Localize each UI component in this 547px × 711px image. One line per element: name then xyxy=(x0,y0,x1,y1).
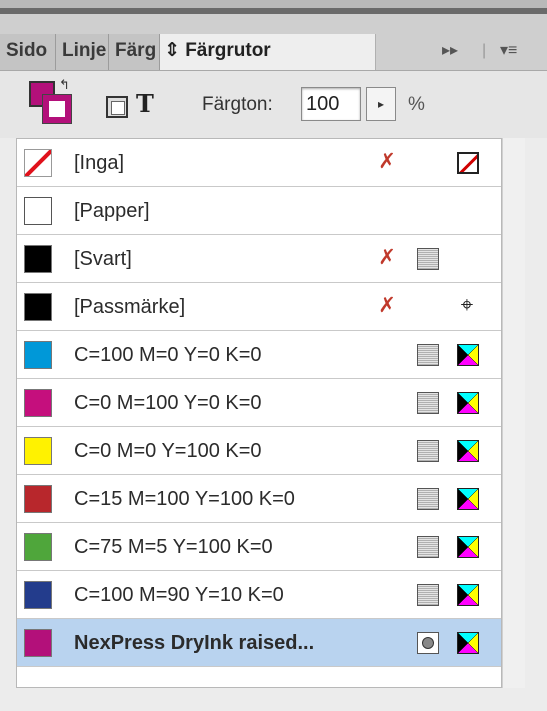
panel-expand-icon[interactable]: ▸▸ xyxy=(442,34,458,70)
swatch-row[interactable]: [Inga] ✗ xyxy=(17,139,501,187)
process-color-icon xyxy=(417,488,439,510)
cmyk-mode-icon xyxy=(457,344,479,366)
swatch-name: C=100 M=0 Y=0 K=0 xyxy=(74,344,262,366)
swatch-name: C=0 M=100 Y=0 K=0 xyxy=(74,392,262,414)
cmyk-mode-icon xyxy=(457,488,479,510)
swatch-name: C=100 M=90 Y=10 K=0 xyxy=(74,584,284,606)
cmyk-mode-icon xyxy=(457,536,479,558)
swatch-color-chip xyxy=(24,533,52,561)
tint-input[interactable] xyxy=(301,87,361,121)
cmyk-mode-icon xyxy=(457,632,479,654)
registration-icon: ⌖ xyxy=(460,292,474,317)
process-color-icon xyxy=(417,584,439,606)
process-color-icon xyxy=(417,392,439,414)
formatting-container-icon[interactable] xyxy=(106,96,128,118)
non-editable-icon: ✗ xyxy=(378,294,396,317)
tab-divider: | xyxy=(482,42,487,59)
tint-dropdown-button[interactable]: ▸ xyxy=(366,87,396,121)
tab-linje[interactable]: Linje xyxy=(56,34,109,70)
swatch-row[interactable]: C=100 M=90 Y=10 K=0 xyxy=(17,571,501,619)
panel-menu-icon[interactable]: ▾≡ xyxy=(500,34,517,70)
swatch-row[interactable]: C=15 M=100 Y=100 K=0 xyxy=(17,475,501,523)
fill-stroke-toggle[interactable]: ↰ xyxy=(29,77,73,127)
swatch-name: C=75 M=5 Y=100 K=0 xyxy=(74,536,273,558)
swatch-color-chip xyxy=(24,389,52,417)
swatch-row[interactable]: C=100 M=0 Y=0 K=0 xyxy=(17,331,501,379)
tint-label: Färgton: xyxy=(202,94,273,115)
swatch-row[interactable]: NexPress DryInk raised... xyxy=(17,619,501,667)
swatch-row[interactable]: [Passmärke] ✗ ⌖ xyxy=(17,283,501,331)
swatch-color-chip xyxy=(24,581,52,609)
swatch-row[interactable]: C=75 M=5 Y=100 K=0 xyxy=(17,523,501,571)
swap-fill-stroke-icon[interactable]: ↰ xyxy=(59,77,70,93)
none-swatch-icon xyxy=(457,152,479,174)
spot-color-icon xyxy=(417,632,439,654)
swatch-color-chip xyxy=(24,437,52,465)
swatch-name: NexPress DryInk raised... xyxy=(74,632,315,654)
cmyk-mode-icon xyxy=(457,440,479,462)
swatch-name: [Passmärke] xyxy=(74,296,186,318)
none-slash xyxy=(25,150,51,176)
swatch-color-chip xyxy=(24,149,52,177)
swatch-color-chip xyxy=(24,629,52,657)
swatch-row[interactable]: [Papper] xyxy=(17,187,501,235)
swatch-name: C=15 M=100 Y=100 K=0 xyxy=(74,488,295,510)
process-color-icon xyxy=(417,536,439,558)
swatch-name: [Svart] xyxy=(74,248,132,270)
cmyk-mode-icon xyxy=(457,584,479,606)
swatch-row[interactable]: C=0 M=0 Y=100 K=0 xyxy=(17,427,501,475)
process-color-icon xyxy=(417,440,439,462)
swatch-name: [Papper] xyxy=(74,200,150,222)
swatch-list-scrollbar[interactable] xyxy=(502,138,525,688)
tab-sidor[interactable]: Sido xyxy=(0,34,56,70)
stroke-swatch-icon[interactable] xyxy=(42,94,72,124)
swatch-row[interactable]: C=0 M=100 Y=0 K=0 xyxy=(17,379,501,427)
formatting-text-icon[interactable]: T xyxy=(136,89,154,118)
process-color-icon xyxy=(417,248,439,270)
swatch-color-chip xyxy=(24,485,52,513)
swatch-color-chip xyxy=(24,341,52,369)
non-editable-icon: ✗ xyxy=(378,246,396,269)
tab-farg[interactable]: Färg xyxy=(109,34,160,70)
swatch-color-chip xyxy=(24,293,52,321)
tint-percent-label: % xyxy=(408,94,425,115)
swatch-name: C=0 M=0 Y=100 K=0 xyxy=(74,440,262,462)
swatch-row[interactable]: [Svart] ✗ xyxy=(17,235,501,283)
swatch-color-chip xyxy=(24,197,52,225)
swatch-name: [Inga] xyxy=(74,152,125,174)
cmyk-mode-icon xyxy=(457,392,479,414)
swatch-list: [Inga] ✗ [Papper] [Svart] ✗ [Passmärke] ✗ ⌖ C=10… xyxy=(16,138,502,688)
swatches-toolbar: ↰ T Färgton: ▸ % xyxy=(0,71,547,138)
non-editable-icon: ✗ xyxy=(378,150,396,173)
process-color-icon xyxy=(417,344,439,366)
tab-fargrutor[interactable]: ⇕ Färgrutor xyxy=(160,34,376,70)
panel-tab-bar: Sido Linje Färg ⇕ Färgrutor ▸▸ | ▾≡ xyxy=(0,14,547,71)
swatch-color-chip xyxy=(24,245,52,273)
